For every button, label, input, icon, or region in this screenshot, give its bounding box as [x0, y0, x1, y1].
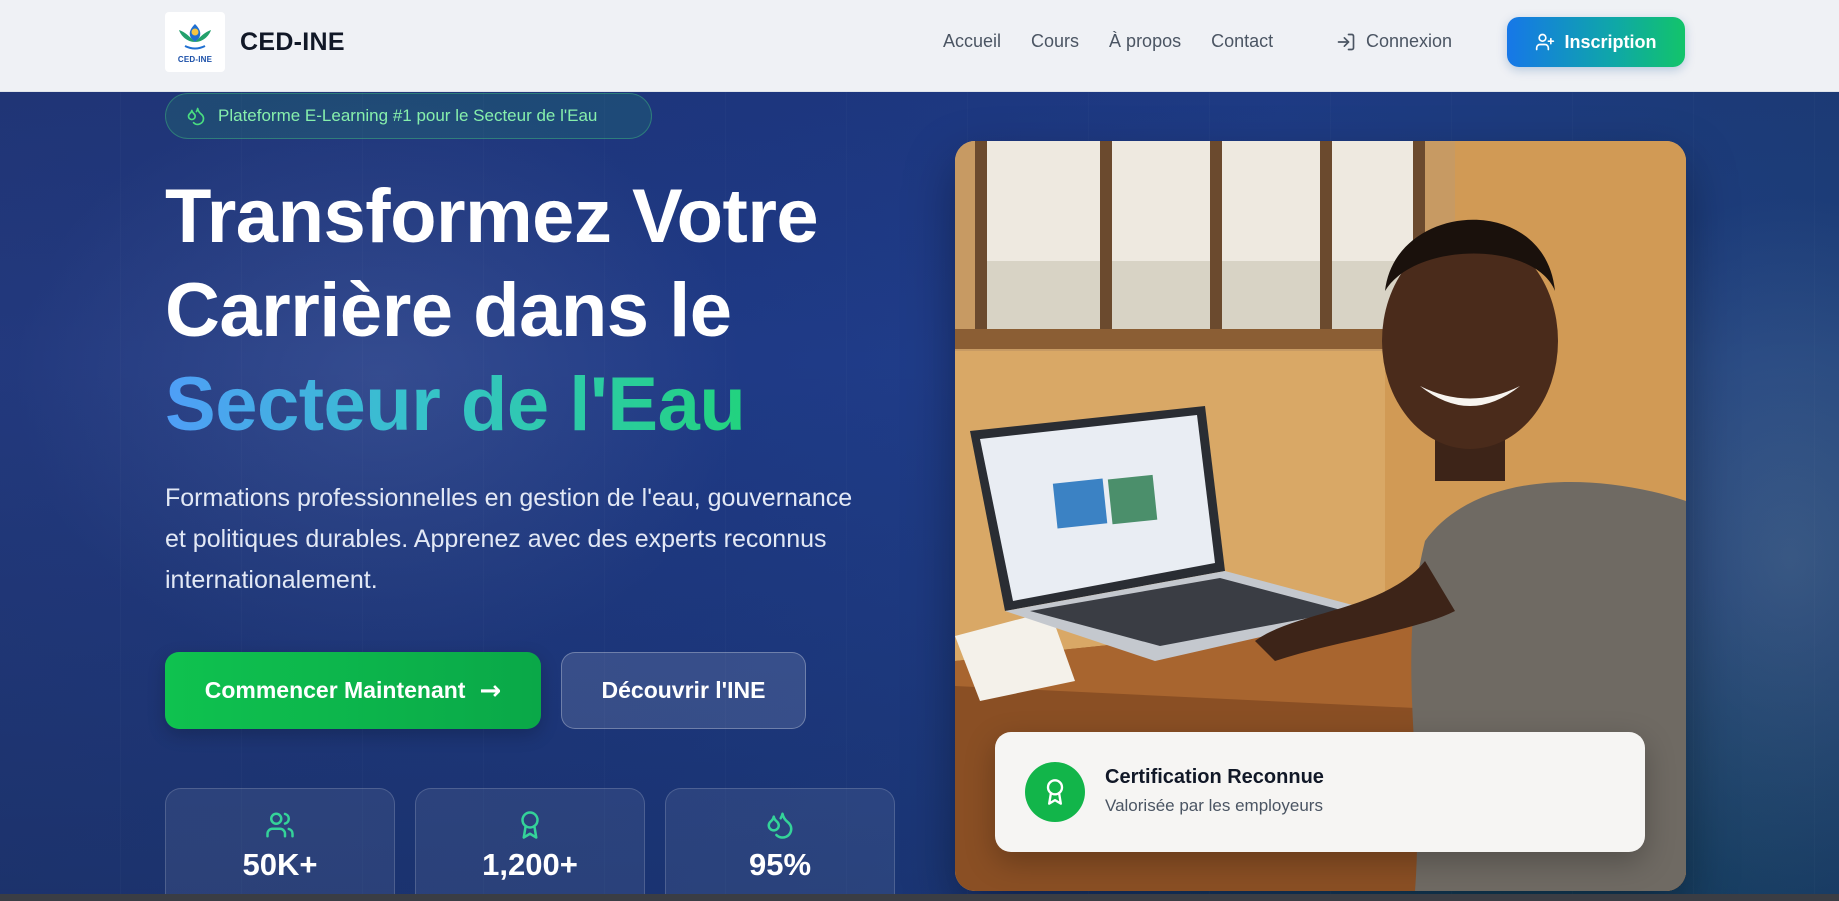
award-icon — [1046, 779, 1064, 805]
droplets-icon — [187, 107, 205, 126]
user-plus-icon — [1536, 33, 1555, 51]
logo-text: CED-INE — [177, 55, 213, 64]
start-now-button[interactable]: Commencer Maintenant → — [165, 652, 541, 729]
stat-card-success: 95% — [665, 788, 895, 901]
certification-subtitle: Valorisée par les employeurs — [1105, 796, 1323, 815]
hero-title: Transformez Votre Carrière dans le Secte… — [165, 170, 945, 452]
hero-title-highlight: Secteur de l'Eau — [165, 362, 746, 447]
hero-badge: Plateforme E-Learning #1 pour le Secteur… — [165, 93, 652, 139]
nav-link-contact[interactable]: Contact — [1211, 31, 1273, 52]
taskbar-edge — [0, 894, 1839, 901]
arrow-right-icon: → — [479, 675, 502, 706]
logo[interactable]: CED-INE — [165, 12, 225, 72]
start-now-label: Commencer Maintenant — [204, 677, 466, 703]
brand-name[interactable]: CED-INE — [240, 28, 345, 57]
hero-title-line-1: Transformez Votre — [165, 174, 819, 259]
main-nav: Accueil Cours À propos Contact — [943, 31, 1303, 52]
hero-description: Formations professionnelles en gestion d… — [165, 484, 853, 594]
badge-text: Plateforme E-Learning #1 pour le Secteur… — [218, 106, 598, 125]
stat-value: 50K+ — [242, 847, 318, 882]
users-icon — [266, 812, 294, 838]
login-link[interactable]: Connexion — [1336, 31, 1452, 52]
discover-ine-button[interactable]: Découvrir l'INE — [561, 652, 806, 729]
hero-title-line-2: Carrière dans le — [165, 268, 732, 353]
stat-card-courses: 1,200+ — [415, 788, 645, 901]
signup-button[interactable]: Inscription — [1507, 17, 1685, 67]
login-label: Connexion — [1366, 31, 1453, 51]
award-icon — [521, 811, 539, 839]
nav-link-accueil[interactable]: Accueil — [943, 31, 1001, 52]
droplets-icon — [767, 812, 793, 839]
discover-ine-label: Découvrir l'INE — [601, 677, 766, 703]
signup-label: Inscription — [1564, 31, 1657, 52]
top-navbar: CED-INE CED-INE Accueil Cours À propos C… — [0, 0, 1839, 92]
certification-title: Certification Reconnue — [1105, 766, 1324, 788]
nav-link-cours[interactable]: Cours — [1031, 31, 1079, 52]
logo-emblem-icon — [179, 24, 211, 50]
log-in-icon — [1337, 33, 1355, 50]
certification-card: Certification Reconnue Valorisée par les… — [995, 732, 1645, 852]
stat-value: 95% — [748, 847, 812, 882]
stat-value: 1,200+ — [482, 847, 578, 882]
stat-card-learners: 50K+ — [165, 788, 395, 901]
nav-link-a-propos[interactable]: À propos — [1109, 31, 1181, 52]
certification-badge — [1025, 762, 1085, 822]
